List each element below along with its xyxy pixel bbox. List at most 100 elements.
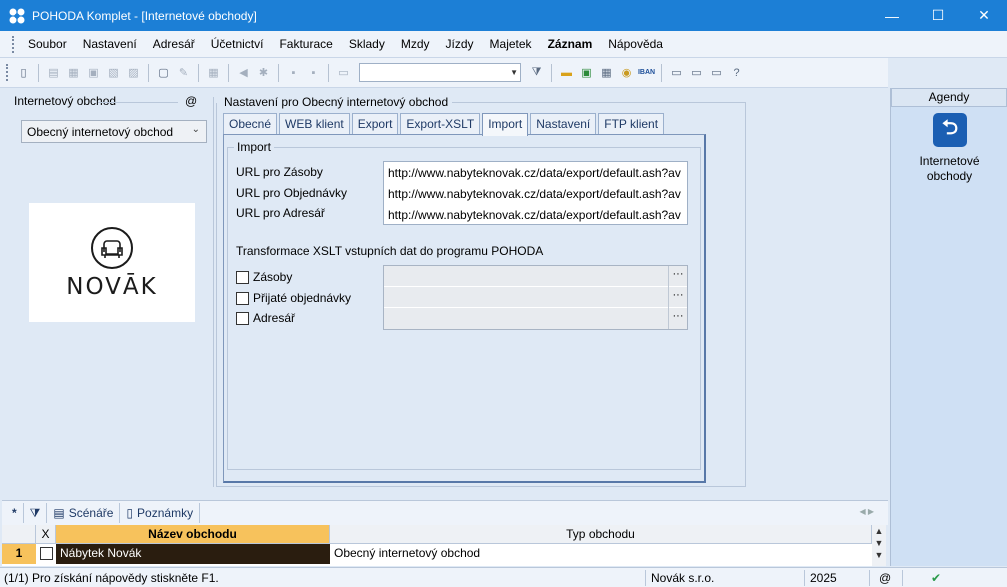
menu-majetek[interactable]: Majetek [482, 37, 540, 51]
save-icon[interactable]: ▪ [285, 64, 302, 81]
calculator-icon[interactable]: ▦ [598, 64, 615, 81]
url-adresar-label: URL pro Adresář [236, 206, 325, 220]
table-scrollbar[interactable]: ▲ ▼ ▼ [872, 525, 886, 566]
browse-button[interactable]: ··· [668, 287, 687, 308]
tab-ftp-klient[interactable]: FTP klient [598, 113, 665, 135]
monitor-icon[interactable]: ▭ [668, 64, 685, 81]
prijate-objednavky-checkbox[interactable] [236, 292, 249, 305]
zasoby-checkbox[interactable] [236, 271, 249, 284]
tab-web-klient[interactable]: WEB klient [279, 113, 350, 135]
toolbar-separator [278, 63, 279, 82]
cell-shop-name[interactable]: Nábytek Novák [56, 544, 330, 564]
duplicate-icon[interactable]: ▭ [335, 64, 352, 81]
folder-icon[interactable]: ▬ [558, 64, 575, 81]
xslt-objednavky-field[interactable]: ··· [384, 287, 687, 308]
agenda-item-label[interactable]: Internetové obchody [891, 154, 1007, 184]
menu-adresar[interactable]: Adresář [145, 37, 203, 51]
menu-nastaveni[interactable]: Nastavení [75, 37, 145, 51]
back-arrow-icon[interactable]: ◀ [235, 64, 252, 81]
chevron-down-icon: ▼ [510, 68, 518, 77]
divider [452, 102, 746, 103]
filter-icon[interactable]: ⧩ [528, 64, 545, 81]
divider [98, 102, 178, 103]
tools-icon[interactable]: ✎ [175, 64, 192, 81]
menu-zaznam[interactable]: Záznam [540, 37, 601, 51]
armchair-logo-icon [91, 226, 133, 269]
menu-soubor[interactable]: Soubor [20, 37, 75, 51]
preview-icon[interactable]: ▣ [85, 64, 102, 81]
settings-tabs: Obecné WEB klient Export Export-XSLT Imp… [223, 113, 666, 136]
status-divider [869, 570, 870, 586]
money-icon[interactable]: ▣ [578, 64, 595, 81]
row-number[interactable]: 1 [2, 544, 36, 564]
tab-poznamky-label: Poznámky [137, 506, 194, 520]
tab-all[interactable]: * [6, 503, 24, 523]
url-zasoby-input[interactable]: http://www.nabyteknovak.cz/data/export/d… [388, 164, 687, 185]
internet-shop-agenda-icon[interactable]: ⮌ [933, 113, 967, 147]
tab-scenare[interactable]: ▤ Scénáře [47, 503, 121, 523]
url-objednavky-label: URL pro Objednávky [236, 186, 347, 200]
tab-scroll-arrows-icon[interactable]: ◀ ▶ [859, 507, 874, 516]
window-icon[interactable]: ▭ [688, 64, 705, 81]
print-icon[interactable]: ▦ [65, 64, 82, 81]
export-icon[interactable]: ▧ [105, 64, 122, 81]
chevron-down-icon: ⌄ [191, 124, 200, 135]
toolbar-separator [551, 63, 552, 82]
tab-export-xslt[interactable]: Export-XSLT [400, 113, 481, 135]
bottom-tabs: * ⧩ ▤ Scénáře ▯ Poznámky ◀ ▶ [2, 500, 888, 525]
menu-mzdy[interactable]: Mzdy [393, 37, 438, 51]
tab-export[interactable]: Export [351, 113, 399, 135]
minimize-button[interactable]: — [869, 0, 915, 31]
maximize-button[interactable]: ☐ [915, 0, 961, 31]
toolbar-separator [328, 63, 329, 82]
grid-icon[interactable]: ▦ [205, 64, 222, 81]
url-objednavky-input[interactable]: http://www.nabyteknovak.cz/data/export/d… [388, 185, 687, 206]
layout-icon[interactable]: ▭ [708, 64, 725, 81]
save-all-icon[interactable]: ▪ [305, 64, 322, 81]
agenda-item-line2: obchody [926, 169, 973, 183]
menu-sklady[interactable]: Sklady [341, 37, 393, 51]
url-adresar-input[interactable]: http://www.nabyteknovak.cz/data/export/d… [388, 206, 687, 224]
row-checkbox[interactable] [40, 547, 53, 560]
attach-icon[interactable]: ▨ [125, 64, 142, 81]
status-hint: (1/1) Pro získání nápovědy stiskněte F1. [4, 571, 219, 585]
xslt-zasoby-field[interactable]: ··· [384, 266, 687, 287]
browse-button[interactable]: ··· [668, 308, 687, 329]
browse-button[interactable]: ··· [668, 266, 687, 287]
panel-toggle-icon[interactable]: ▯ [15, 64, 32, 81]
new-document-icon[interactable]: ▢ [155, 64, 172, 81]
status-email-icon[interactable]: @ [879, 571, 891, 585]
xslt-adresar-field[interactable]: ··· [384, 308, 687, 329]
cell-shop-type[interactable]: Obecný internetový obchod [330, 544, 872, 564]
close-button[interactable]: ✕ [961, 0, 1007, 31]
tab-filter[interactable]: ⧩ [24, 503, 48, 523]
zasoby-checkbox-label: Zásoby [253, 270, 293, 284]
shop-select-value: Obecný internetový obchod [27, 125, 174, 139]
tab-nastaveni[interactable]: Nastavení [530, 113, 597, 135]
column-x-header[interactable]: X [36, 525, 56, 544]
tab-poznamky[interactable]: ▯ Poznámky [120, 503, 201, 523]
menu-jizdy[interactable]: Jízdy [438, 37, 482, 51]
quick-filter-combo[interactable]: ▼ [359, 63, 521, 82]
logo-wordmark: NOVĀK [66, 273, 158, 300]
column-type-header[interactable]: Typ obchodu [330, 525, 872, 544]
menu-ucetnictvi[interactable]: Účetnictví [203, 37, 272, 51]
shop-select[interactable]: Obecný internetový obchod ⌄ [21, 120, 207, 143]
menu-napoveda[interactable]: Nápověda [600, 37, 671, 51]
status-year: 2025 [810, 571, 837, 585]
agenda-panel: Agendy ⮌ Internetové obchody [890, 88, 1007, 566]
iban-icon[interactable]: IBAN [638, 64, 655, 81]
url-fields: http://www.nabyteknovak.cz/data/export/d… [383, 161, 688, 225]
adresar-checkbox[interactable] [236, 312, 249, 325]
tab-import[interactable]: Import [482, 113, 529, 136]
menu-fakturace[interactable]: Fakturace [271, 37, 340, 51]
coins-icon[interactable]: ◉ [618, 64, 635, 81]
tab-obecne[interactable]: Obecné [223, 113, 278, 135]
list-icon: ▤ [53, 506, 65, 520]
settings-gear-icon[interactable]: ✱ [255, 64, 272, 81]
column-name-header[interactable]: Název obchodu [56, 525, 330, 544]
email-at-icon[interactable]: @ [183, 94, 200, 108]
xslt-file-fields: ··· ··· ··· [383, 265, 688, 330]
copy-icon[interactable]: ▤ [45, 64, 62, 81]
help-icon[interactable]: ? [728, 64, 745, 81]
